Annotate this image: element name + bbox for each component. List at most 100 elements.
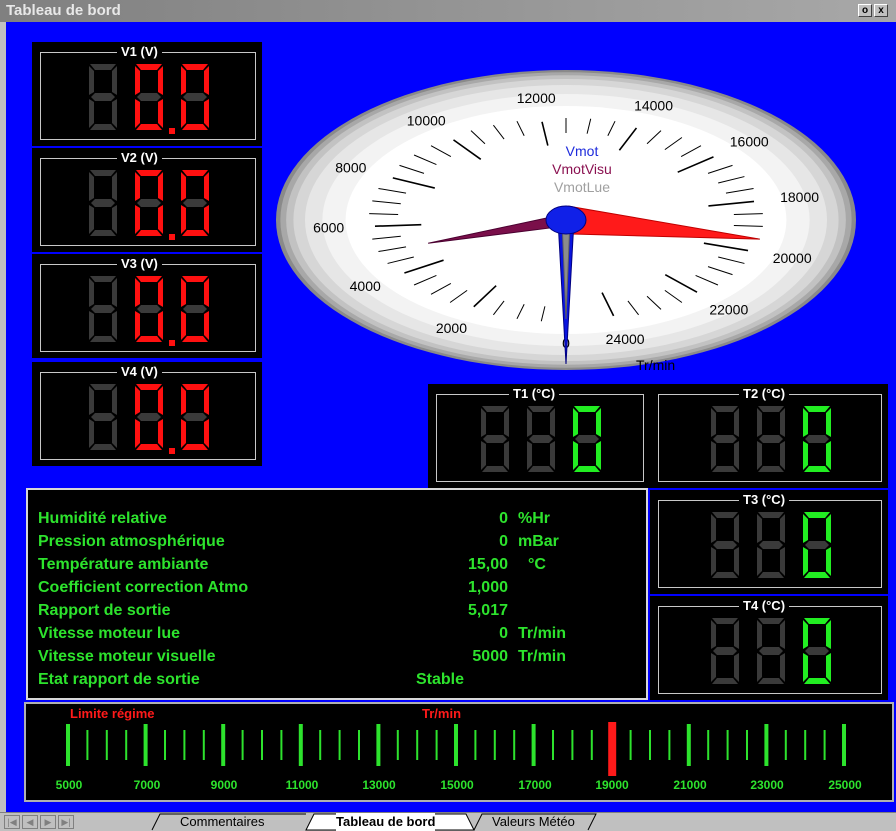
- voltage-display-4: V4 (V): [32, 362, 262, 466]
- digit-segment: [804, 618, 830, 624]
- bargraph-tick: [183, 730, 186, 760]
- digit-segment: [826, 441, 831, 470]
- digit-segment: [757, 620, 762, 649]
- digit-segment: [803, 408, 808, 437]
- digit-segment: [757, 441, 762, 470]
- digit-segment: [481, 441, 486, 470]
- digit-segment: [780, 408, 785, 437]
- digit-segment: [204, 172, 209, 201]
- info-value: 0: [499, 625, 508, 642]
- digit-segment: [596, 408, 601, 437]
- bargraph-tick-label: 11000: [285, 778, 319, 792]
- digit-segment: [158, 419, 163, 448]
- digit-segment: [135, 419, 140, 448]
- digit-segment: [182, 444, 208, 450]
- info-unit: °C: [528, 556, 546, 573]
- digit-segment: [204, 311, 209, 340]
- digit-segment: [112, 278, 117, 307]
- digit-segment: [90, 230, 116, 236]
- digit-segment: [90, 336, 116, 342]
- close-button[interactable]: x: [874, 4, 888, 17]
- tab-tableau-de-bord[interactable]: Tableau de bord: [336, 813, 436, 831]
- digit-segment: [805, 435, 829, 443]
- info-row: Rapport de sortie 5,017: [38, 602, 508, 624]
- digit-segment: [181, 172, 186, 201]
- digit-segment: [91, 413, 115, 421]
- gauge-scale-label: 6000: [313, 220, 344, 236]
- bargraph-tick-label: 25000: [828, 778, 862, 792]
- digit-segment: [182, 384, 208, 390]
- rpm-bargraph: Limite régime Tr/min 5000 7000 9000 11000 13…: [24, 702, 894, 802]
- digit-segment: [804, 678, 830, 684]
- bargraph-tick: [513, 730, 516, 760]
- digit-segment: [112, 386, 117, 415]
- digit-segment: [135, 172, 140, 201]
- info-value: 0: [499, 510, 508, 527]
- digit-segment: [181, 386, 186, 415]
- digit-segment: [112, 311, 117, 340]
- digit-segment: [112, 205, 117, 234]
- bargraph-tick-label: 7000: [133, 778, 161, 792]
- digit-segment: [803, 514, 808, 543]
- digit-segment: [803, 653, 808, 682]
- bargraph-tick: [649, 730, 651, 760]
- rpm-gauge: 0200040006000800010000120001400016000180…: [276, 70, 856, 372]
- digit-segment: [713, 435, 737, 443]
- first-tab-button[interactable]: |◀: [4, 815, 20, 829]
- bargraph-tick: [66, 724, 70, 766]
- decimal-point: [169, 234, 175, 240]
- gauge-scale-label: 20000: [773, 250, 812, 266]
- digit-segment: [204, 278, 209, 307]
- digit-segment: [573, 441, 578, 470]
- digit-segment: [758, 406, 784, 412]
- info-label: Pression atmosphérique: [38, 533, 225, 550]
- digit-segment: [182, 230, 208, 236]
- last-tab-button[interactable]: ▶|: [58, 815, 74, 829]
- tab-valeurs-meteo[interactable]: Valeurs Météo: [492, 813, 575, 831]
- bargraph-tick: [842, 724, 846, 766]
- bargraph-tick: [686, 724, 691, 766]
- gauge-scale-label: 14000: [634, 98, 673, 114]
- digit-segment: [181, 419, 186, 448]
- next-tab-button[interactable]: ▶: [40, 815, 56, 829]
- prev-tab-button[interactable]: ◀: [22, 815, 38, 829]
- digit-segment: [759, 647, 783, 655]
- bargraph-tick-label: 15000: [440, 778, 474, 792]
- digit-segment: [136, 64, 162, 70]
- window-title: Tableau de bord: [6, 2, 121, 19]
- restore-button[interactable]: o: [858, 4, 872, 17]
- voltage-digits: [89, 384, 209, 454]
- decimal-point: [169, 128, 175, 134]
- gauge-scale-label: 2000: [436, 320, 467, 336]
- info-label: Vitesse moteur visuelle: [38, 648, 216, 665]
- digit-segment: [550, 441, 555, 470]
- close-icon: x: [878, 5, 884, 16]
- digit-segment: [183, 305, 207, 313]
- digit-segment: [482, 406, 508, 412]
- bargraph-tick: [416, 730, 419, 760]
- digit-segment: [529, 435, 553, 443]
- digit-segment: [504, 441, 509, 470]
- digit-segment: [182, 64, 208, 70]
- digit-segment: [91, 199, 115, 207]
- digit-segment: [734, 408, 739, 437]
- digit-segment: [158, 205, 163, 234]
- digit-segment: [734, 547, 739, 576]
- info-value: 5000: [472, 648, 508, 665]
- digit-segment: [183, 93, 207, 101]
- bargraph-tick: [474, 730, 477, 760]
- bargraph-tick-label: 21000: [673, 778, 707, 792]
- bargraph-tick: [823, 730, 826, 760]
- digit-segment: [574, 406, 600, 412]
- bargraph-tick: [396, 730, 399, 760]
- tab-commentaires[interactable]: Commentaires: [180, 813, 265, 831]
- digit-segment: [804, 512, 830, 518]
- bargraph-tick: [764, 724, 769, 766]
- gauge-legend-vmotvisu: VmotVisu: [552, 161, 612, 177]
- gauge-legend-vmot: Vmot: [566, 143, 599, 159]
- voltage-digits: [89, 64, 209, 134]
- gauge-scale-label: 4000: [350, 278, 381, 294]
- digit-segment: [758, 618, 784, 624]
- digit-segment: [89, 172, 94, 201]
- digit-segment: [826, 653, 831, 682]
